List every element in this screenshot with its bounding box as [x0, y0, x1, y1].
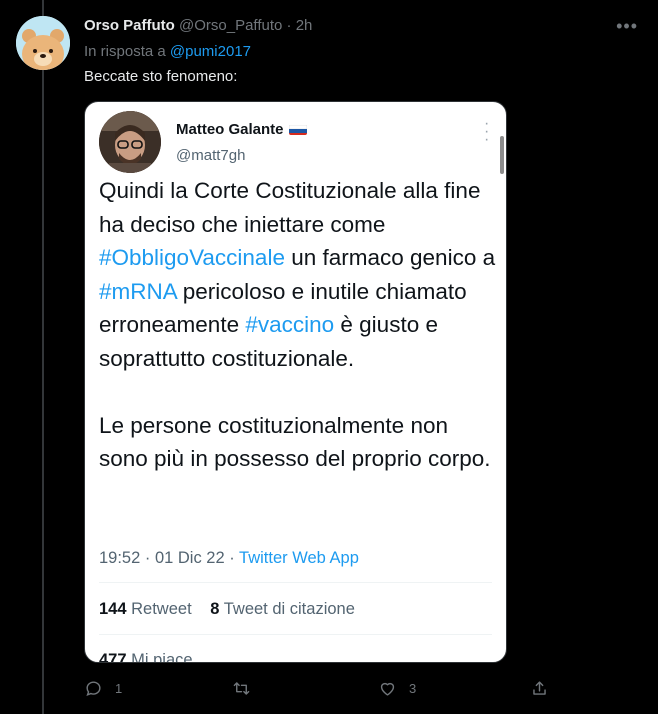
body-text-segment: un farmaco genico a — [284, 245, 496, 270]
tweet-time[interactable]: 2h — [296, 17, 313, 34]
separator-dot: · — [286, 17, 292, 34]
retweets-count: 144 — [99, 600, 127, 618]
reply-icon — [86, 680, 101, 696]
quotes-count: 8 — [210, 600, 220, 618]
embedded-author-name: Matteo Galante — [176, 120, 307, 140]
hashtag-link: #mRNA — [99, 278, 177, 304]
action-bar: 1 3 — [84, 676, 564, 700]
tweet-text: Beccate sto fenomeno: — [84, 68, 238, 85]
reply-prefix: In risposta a — [84, 43, 166, 60]
hashtag-link: #vaccino — [245, 312, 335, 337]
like-button[interactable]: 3 — [378, 676, 416, 700]
embedded-paragraph-1: Quindi la Corte Costituzionale alla fine… — [99, 174, 497, 375]
person-avatar-icon — [99, 111, 161, 173]
reply-button[interactable]: 1 — [84, 676, 122, 700]
bear-avatar-icon — [16, 16, 70, 70]
likes-count: 477 — [99, 651, 127, 663]
share-icon — [533, 680, 546, 695]
hashtag-link: #ObbligoVaccinale — [99, 245, 285, 270]
embedded-timestamp: 19:52 · 01 Dic 22 · — [99, 549, 240, 567]
share-button[interactable] — [530, 676, 549, 700]
reply-mention-link[interactable]: @pumi2017 — [170, 43, 251, 60]
embedded-stats: 144 Retweet 8 Tweet di citazione — [99, 598, 355, 620]
more-options-icon[interactable]: ••• — [616, 16, 638, 36]
embedded-divider-1 — [99, 582, 492, 583]
body-text-segment: Quindi la Corte Costituzionale alla fine… — [99, 178, 481, 237]
retweet-icon — [233, 681, 250, 695]
heart-icon — [380, 682, 395, 696]
embedded-divider-2 — [99, 634, 492, 635]
embedded-avatar — [99, 111, 161, 173]
attached-image[interactable]: Matteo Galante @matt7gh · · · Quindi la Co… — [84, 101, 507, 663]
embedded-more-icon: · · · — [484, 115, 490, 148]
embedded-author-handle: @matt7gh — [176, 147, 246, 164]
tweet-header: Orso Paffuto @Orso_Paffuto · 2h — [84, 16, 642, 38]
embedded-source: Twitter Web App — [239, 549, 359, 567]
author-handle[interactable]: @Orso_Paffuto — [179, 17, 282, 34]
embedded-paragraph-2: Le persone costituzionalmente non sono p… — [99, 412, 491, 472]
embedded-author-name-text: Matteo Galante — [176, 121, 284, 138]
embedded-likes: 477 Mi piace — [99, 649, 193, 663]
embedded-tweet-body: Quindi la Corte Costituzionale alla fine… — [99, 174, 497, 476]
like-count: 3 — [409, 680, 417, 696]
likes-label: Mi piace — [131, 651, 193, 663]
avatar[interactable] — [16, 16, 70, 70]
thread-line — [42, 0, 44, 714]
embedded-scrollbar — [500, 136, 504, 174]
quotes-label: Tweet di citazione — [223, 600, 355, 618]
author-name[interactable]: Orso Paffuto — [84, 17, 175, 34]
retweet-button[interactable] — [232, 676, 263, 700]
embedded-timestamp-line: 19:52 · 01 Dic 22 · Twitter Web App — [99, 547, 359, 569]
reply-count: 1 — [115, 680, 123, 696]
reply-context: In risposta a @pumi2017 — [84, 42, 251, 62]
russian-flag-icon — [288, 123, 307, 135]
retweets-label: Retweet — [131, 600, 192, 618]
